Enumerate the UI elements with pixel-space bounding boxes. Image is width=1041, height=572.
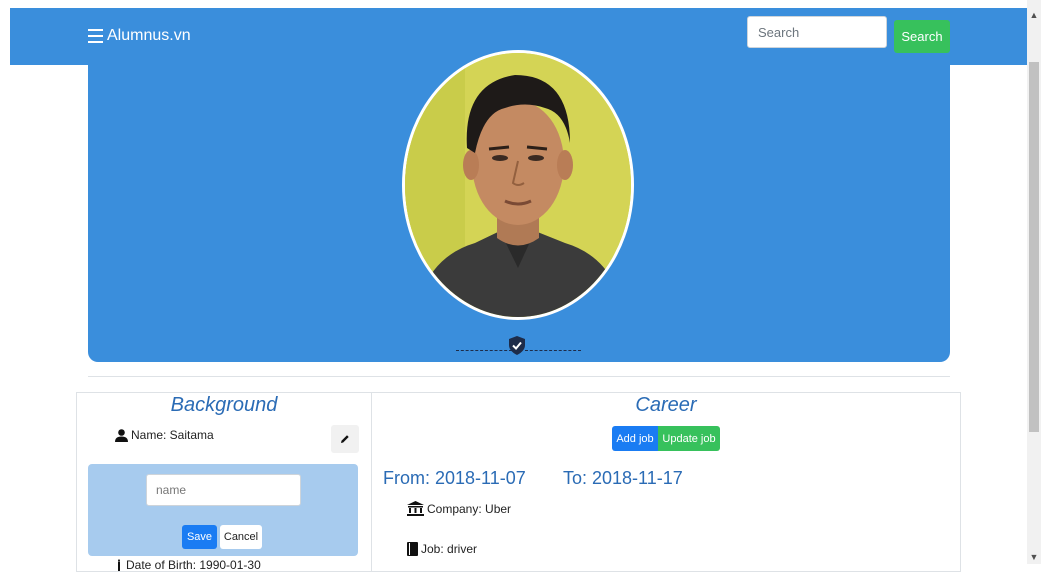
edit-name-panel: Save Cancel — [88, 464, 358, 556]
update-job-button[interactable]: Update job — [658, 426, 720, 451]
search-input[interactable] — [747, 16, 887, 48]
name-row: Name: Saitama — [115, 428, 214, 442]
hamburger-menu-icon[interactable] — [88, 29, 103, 43]
book-icon — [407, 542, 418, 556]
name-input[interactable] — [146, 474, 301, 506]
divider-left — [456, 350, 512, 351]
job-row: Job: driver — [407, 542, 477, 556]
company-row: Company: Uber — [407, 501, 511, 516]
job-to-date: To: 2018-11-17 — [563, 468, 683, 488]
job-value: Job: driver — [421, 542, 478, 556]
person-icon — [115, 428, 128, 442]
scroll-down-arrow-icon[interactable]: ▼ — [1027, 550, 1041, 564]
brand-link[interactable]: Alumnus.vn — [88, 27, 191, 45]
search-button[interactable]: Search — [894, 20, 950, 53]
pencil-icon — [341, 435, 349, 443]
birthday-icon — [118, 559, 120, 571]
shield-check-icon — [509, 336, 525, 360]
avatar — [402, 50, 634, 320]
window-top-strip — [0, 0, 1041, 8]
bank-icon — [407, 501, 424, 516]
career-title: Career — [635, 394, 697, 416]
avatar-photo — [405, 53, 631, 317]
edit-name-button[interactable] — [331, 425, 359, 453]
job-from-date: From: 2018-11-07 — [383, 468, 526, 488]
company-value: Company: Uber — [427, 501, 512, 516]
dob-value: Date of Birth: 1990-01-30 — [126, 558, 261, 572]
page-scrollbar[interactable]: ▲ ▼ — [1027, 0, 1041, 564]
scroll-thumb[interactable] — [1029, 62, 1039, 432]
cancel-button[interactable]: Cancel — [220, 525, 262, 549]
background-title: Background — [170, 394, 278, 416]
section-divider — [88, 376, 950, 377]
dob-row: Date of Birth: 1990-01-30 — [115, 558, 261, 572]
name-value: Name: Saitama — [131, 428, 214, 442]
scroll-up-arrow-icon[interactable]: ▲ — [1027, 8, 1041, 22]
add-job-button[interactable]: Add job — [612, 426, 658, 451]
save-button[interactable]: Save — [182, 525, 217, 549]
brand-name: Alumnus.vn — [107, 27, 191, 44]
divider-right — [525, 350, 581, 351]
